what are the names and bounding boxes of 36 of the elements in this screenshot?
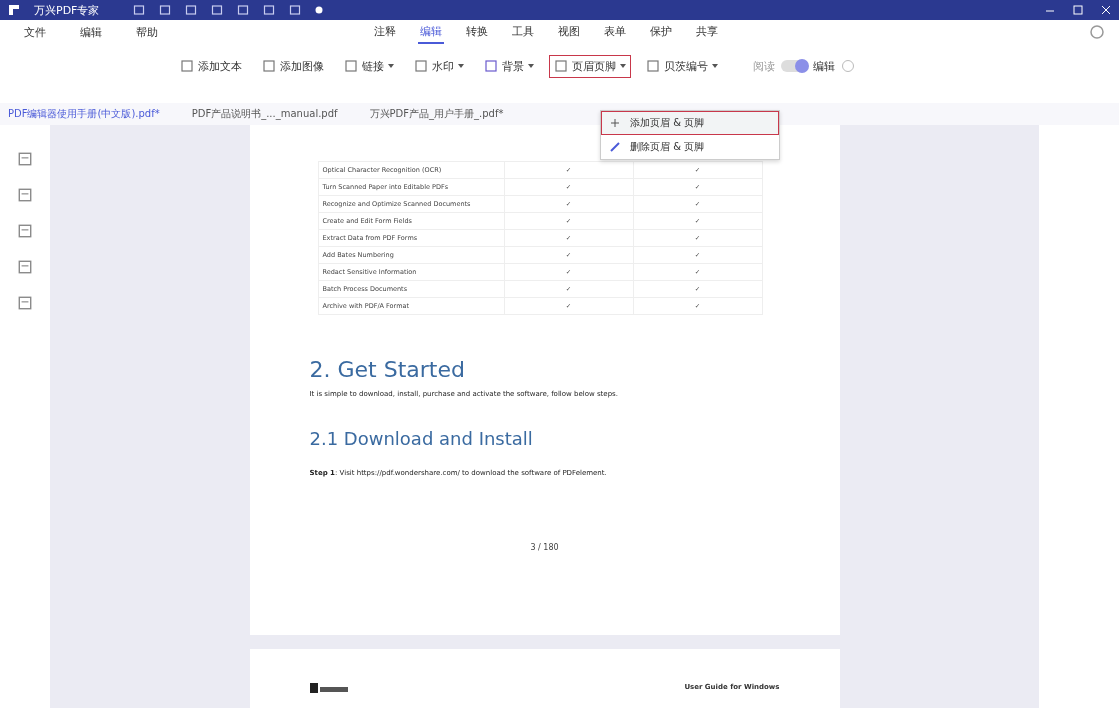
section-heading: 2. Get Started xyxy=(309,357,466,382)
subsection-heading: 2.1 Download and Install xyxy=(309,428,534,449)
app-logo-icon xyxy=(8,4,20,16)
plus-icon xyxy=(610,118,620,128)
menu-item[interactable]: 帮助 xyxy=(136,24,158,40)
dropdown-dot-icon[interactable] xyxy=(315,6,324,14)
ribbon-tab[interactable]: 工具 xyxy=(510,20,536,44)
toolbar-button[interactable]: 页眉页脚 xyxy=(549,54,631,78)
ribbon-tab[interactable]: 表单 xyxy=(602,20,628,44)
ribbon-tab[interactable]: 编辑 xyxy=(418,20,444,44)
document-tab[interactable]: 万兴PDF产品_用户手册_.pdf* xyxy=(365,104,508,124)
document-tab[interactable]: PDF编辑器使用手册(中文版).pdf* xyxy=(4,104,164,124)
ribbon-tab[interactable]: 转换 xyxy=(464,20,490,44)
toolbar-button[interactable]: 背景 xyxy=(479,54,539,78)
toolbar-button[interactable]: 链接 xyxy=(339,54,399,78)
document-tab[interactable]: PDF产品说明书_..._manual.pdf xyxy=(187,104,342,124)
ribbon-tab[interactable]: 共享 xyxy=(694,20,720,44)
toolbar-button[interactable]: 贝茨编号 xyxy=(641,54,723,78)
close-icon[interactable] xyxy=(1101,5,1111,15)
toolbar-button[interactable]: 添加文本 xyxy=(175,54,247,78)
maximize-icon[interactable] xyxy=(1073,5,1083,15)
mode-switch[interactable] xyxy=(781,60,807,72)
dropdown-item[interactable]: 添加页眉 & 页脚 xyxy=(601,111,779,135)
menu-item[interactable]: 编辑 xyxy=(80,24,102,40)
page-number: 3 / 180 xyxy=(529,543,560,552)
ribbon-tab[interactable]: 视图 xyxy=(556,20,582,44)
ribbon-tab[interactable]: 保护 xyxy=(648,20,674,44)
mode-label: 阅读 xyxy=(753,58,775,74)
dropdown-item[interactable]: 删除页眉 & 页脚 xyxy=(601,135,779,159)
toolbar-button[interactable]: 添加图像 xyxy=(257,54,329,78)
mode-label: 编辑 xyxy=(813,58,835,74)
ribbon-tab[interactable]: 注释 xyxy=(372,20,398,44)
logo-icon xyxy=(309,683,350,693)
menu-item[interactable]: 文件 xyxy=(24,24,46,40)
window-title: 万兴PDF专家 xyxy=(34,2,100,18)
toolbar-button[interactable]: 水印 xyxy=(409,54,469,78)
